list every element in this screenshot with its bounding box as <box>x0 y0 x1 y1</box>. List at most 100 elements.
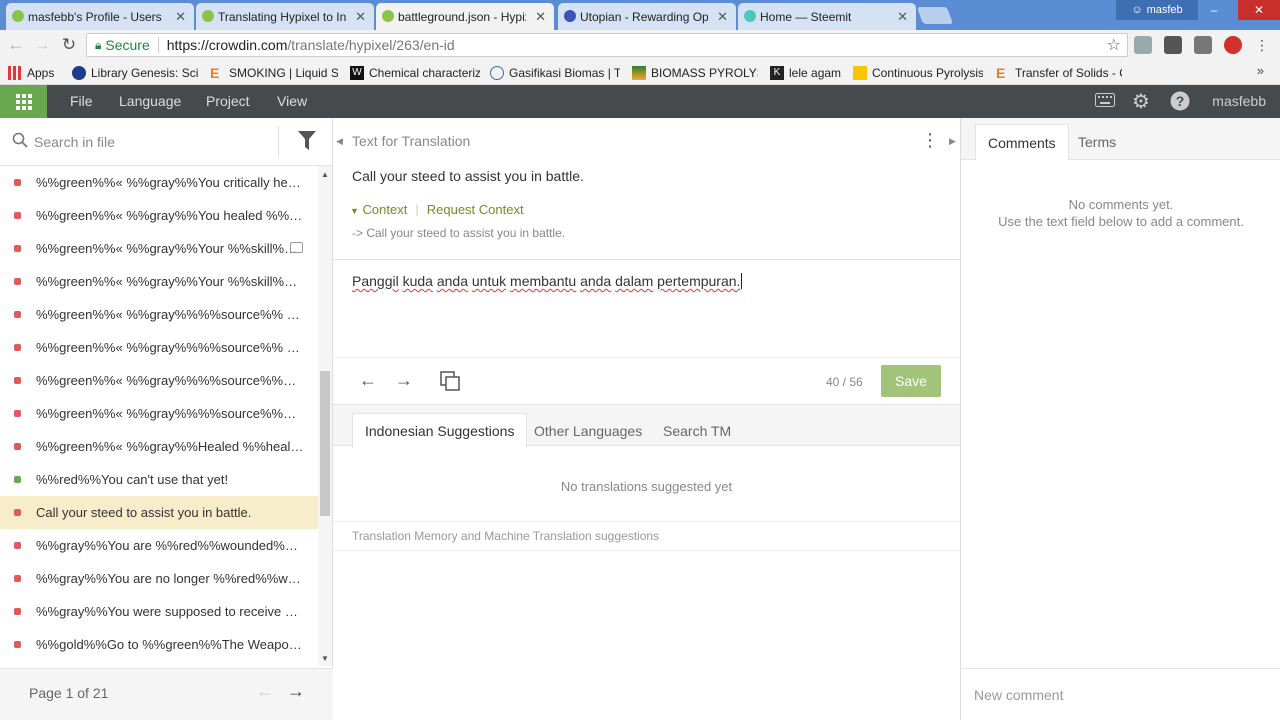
grid-icon[interactable] <box>0 85 47 118</box>
context-toggle[interactable]: ▼ Context <box>350 202 407 217</box>
close-window-icon[interactable]: ✕ <box>1238 0 1280 20</box>
close-tab-icon[interactable]: ✕ <box>175 9 186 25</box>
suggestion-tabs: Indonesian Suggestions Other Languages S… <box>333 404 960 448</box>
bookmark-label: Transfer of Solids - C <box>1015 66 1122 80</box>
menu-language[interactable]: Language <box>119 93 181 109</box>
browser-tab-steemit[interactable]: Home — Steemit ✕ <box>738 3 916 30</box>
prev-page-icon[interactable]: ← <box>256 681 274 702</box>
context-separator: | <box>415 202 419 217</box>
address-bar[interactable]: 🔒︎ Secure https://crowdin.com/translate/… <box>86 33 1128 57</box>
collapse-right-icon[interactable]: ▶ <box>949 136 956 147</box>
list-item[interactable]: Call your steed to assist you in battle. <box>0 496 318 529</box>
list-item[interactable]: %%green%%« %%gray%%%%source%%%%sk... <box>0 397 318 430</box>
new-tab-button[interactable] <box>916 7 954 24</box>
string-list: %%green%%« %%gray%%You critically healed… <box>0 166 318 666</box>
scroll-down-icon[interactable]: ▼ <box>321 654 329 663</box>
editor-divider <box>333 259 960 260</box>
list-item[interactable]: %%green%%« %%gray%%Your %%skill%%... <box>0 232 318 265</box>
string-list-scrollbar[interactable]: ▲ ▼ <box>318 166 332 666</box>
maximize-window-icon[interactable] <box>1208 0 1236 20</box>
copy-source-icon[interactable] <box>440 371 460 396</box>
list-item[interactable]: %%gray%%You are %%red%%wounded%%gr... <box>0 529 318 562</box>
bookmark-item[interactable]: BIOMASS PYROLYSIS <box>632 64 758 82</box>
next-page-icon[interactable]: → <box>287 681 305 702</box>
forward-icon[interactable]: → <box>32 35 52 55</box>
bookmark-item[interactable]: Library Genesis: Scientific <box>72 64 198 82</box>
user-menu[interactable]: masfebb <box>1212 93 1266 109</box>
browser-menu-icon[interactable]: ⋮ <box>1252 35 1272 55</box>
translation-word: dalam <box>615 273 654 289</box>
bookmark-apps[interactable]: Apps <box>8 64 54 82</box>
address-separator <box>157 37 159 53</box>
translation-word: membantu <box>510 273 577 289</box>
list-item[interactable]: %%gray%%You were supposed to receive %%.… <box>0 595 318 628</box>
arrow-right-icon[interactable]: → <box>395 370 413 391</box>
collapse-left-icon[interactable]: ◀ <box>336 136 343 147</box>
close-tab-icon[interactable]: ✕ <box>355 9 366 25</box>
save-button[interactable]: Save <box>881 365 941 397</box>
extension-icon[interactable] <box>1164 36 1182 54</box>
browser-profile-badge[interactable]: ☺ masfeb <box>1116 0 1198 20</box>
menu-view[interactable]: View <box>277 93 307 109</box>
list-item[interactable]: %%red%%You can't use that yet! <box>0 463 318 496</box>
browser-tab-battleground[interactable]: battleground.json - Hypixel ✕ <box>376 3 554 30</box>
bookmark-favicon-icon <box>72 66 86 80</box>
reload-icon[interactable]: ↻ <box>59 35 79 55</box>
status-indicator <box>14 443 21 450</box>
close-tab-icon[interactable]: ✕ <box>717 9 728 25</box>
tab-indonesian-suggestions[interactable]: Indonesian Suggestions <box>352 413 528 448</box>
extension-icon[interactable] <box>1134 36 1152 54</box>
gear-icon[interactable]: ⚙ <box>1132 89 1150 114</box>
list-item[interactable]: %%gold%%Go to %%green%%The Weapons... <box>0 628 318 661</box>
request-context-link[interactable]: Request Context <box>427 202 524 217</box>
new-comment-input[interactable] <box>974 683 1264 707</box>
back-icon[interactable]: ← <box>6 35 26 55</box>
list-item[interactable]: %%green%%« %%gray%%You healed %%targ... <box>0 199 318 232</box>
arrow-left-icon[interactable]: ← <box>359 370 377 391</box>
list-item[interactable]: %%green%%« %%gray%%%%source%% critic... <box>0 298 318 331</box>
tab-search-tm[interactable]: Search TM <box>651 413 743 448</box>
menu-project[interactable]: Project <box>206 93 250 109</box>
bookmarks-overflow-icon[interactable]: » <box>1257 63 1264 78</box>
keyboard-icon[interactable] <box>1095 91 1115 112</box>
bookmark-item[interactable]: Gasifikasi Biomas | Te <box>490 64 620 82</box>
list-item[interactable]: %%green%%« %%gray%%%%source%% heale... <box>0 331 318 364</box>
list-item[interactable]: %%green%%« %%gray%%%%source%%%%sk... <box>0 364 318 397</box>
tab-other-languages[interactable]: Other Languages <box>522 413 654 448</box>
translation-word: anda <box>580 273 612 289</box>
tab-comments[interactable]: Comments <box>975 124 1069 160</box>
translation-input[interactable]: Panggil kuda anda untuk membantu anda da… <box>352 273 743 289</box>
bookmark-favicon-icon: K <box>770 66 784 80</box>
status-indicator <box>14 608 21 615</box>
list-item[interactable]: %%green%%« %%gray%%You critically healed… <box>0 166 318 199</box>
crowdin-menubar: File Language Project View ⚙ ? masfebb <box>0 85 1280 118</box>
close-tab-icon[interactable]: ✕ <box>535 9 546 25</box>
scroll-up-icon[interactable]: ▲ <box>321 170 329 179</box>
bookmark-star-icon[interactable]: ☆ <box>1107 35 1121 55</box>
bookmark-item[interactable]: K lele agam <box>770 64 846 82</box>
bookmark-item[interactable]: W Chemical characterization <box>350 64 480 82</box>
menu-file[interactable]: File <box>70 93 93 109</box>
bookmark-label: BIOMASS PYROLYSIS <box>651 66 758 80</box>
kebab-menu-icon[interactable]: ⋮ <box>921 131 939 149</box>
list-item[interactable]: %%green%%« %%gray%%Healed %%health%% <box>0 430 318 463</box>
tab-terms[interactable]: Terms <box>1066 124 1128 160</box>
search-input[interactable] <box>34 130 264 154</box>
close-tab-icon[interactable]: ✕ <box>897 9 908 25</box>
filter-icon[interactable] <box>298 131 316 154</box>
extension-icon[interactable] <box>1194 36 1212 54</box>
scrollbar-thumb[interactable] <box>320 371 330 516</box>
search-icon <box>12 132 28 153</box>
list-item[interactable]: %%green%%« %%gray%%Your %%skill%% he... <box>0 265 318 298</box>
bookmark-item[interactable]: E Transfer of Solids - C <box>996 64 1122 82</box>
help-icon[interactable]: ? <box>1170 91 1190 116</box>
browser-tab-profile[interactable]: masfebb's Profile - Users ✕ <box>6 3 194 30</box>
bookmark-item[interactable]: Continuous Pyrolysis <box>853 64 983 82</box>
extension-icon[interactable] <box>1224 36 1242 54</box>
browser-tab-utopian[interactable]: Utopian - Rewarding Open Source ✕ <box>558 3 736 30</box>
string-text: %%green%%« %%gray%%Your %%skill%% he... <box>36 274 304 289</box>
browser-tab-translating[interactable]: Translating Hypixel to Indonesian ✕ <box>196 3 374 30</box>
list-item[interactable]: %%gray%%You are no longer %%red%%woun... <box>0 562 318 595</box>
browser-tab-label: masfebb's Profile - Users <box>28 9 162 24</box>
bookmark-item[interactable]: E SMOKING | Liquid Smoke <box>210 64 338 82</box>
